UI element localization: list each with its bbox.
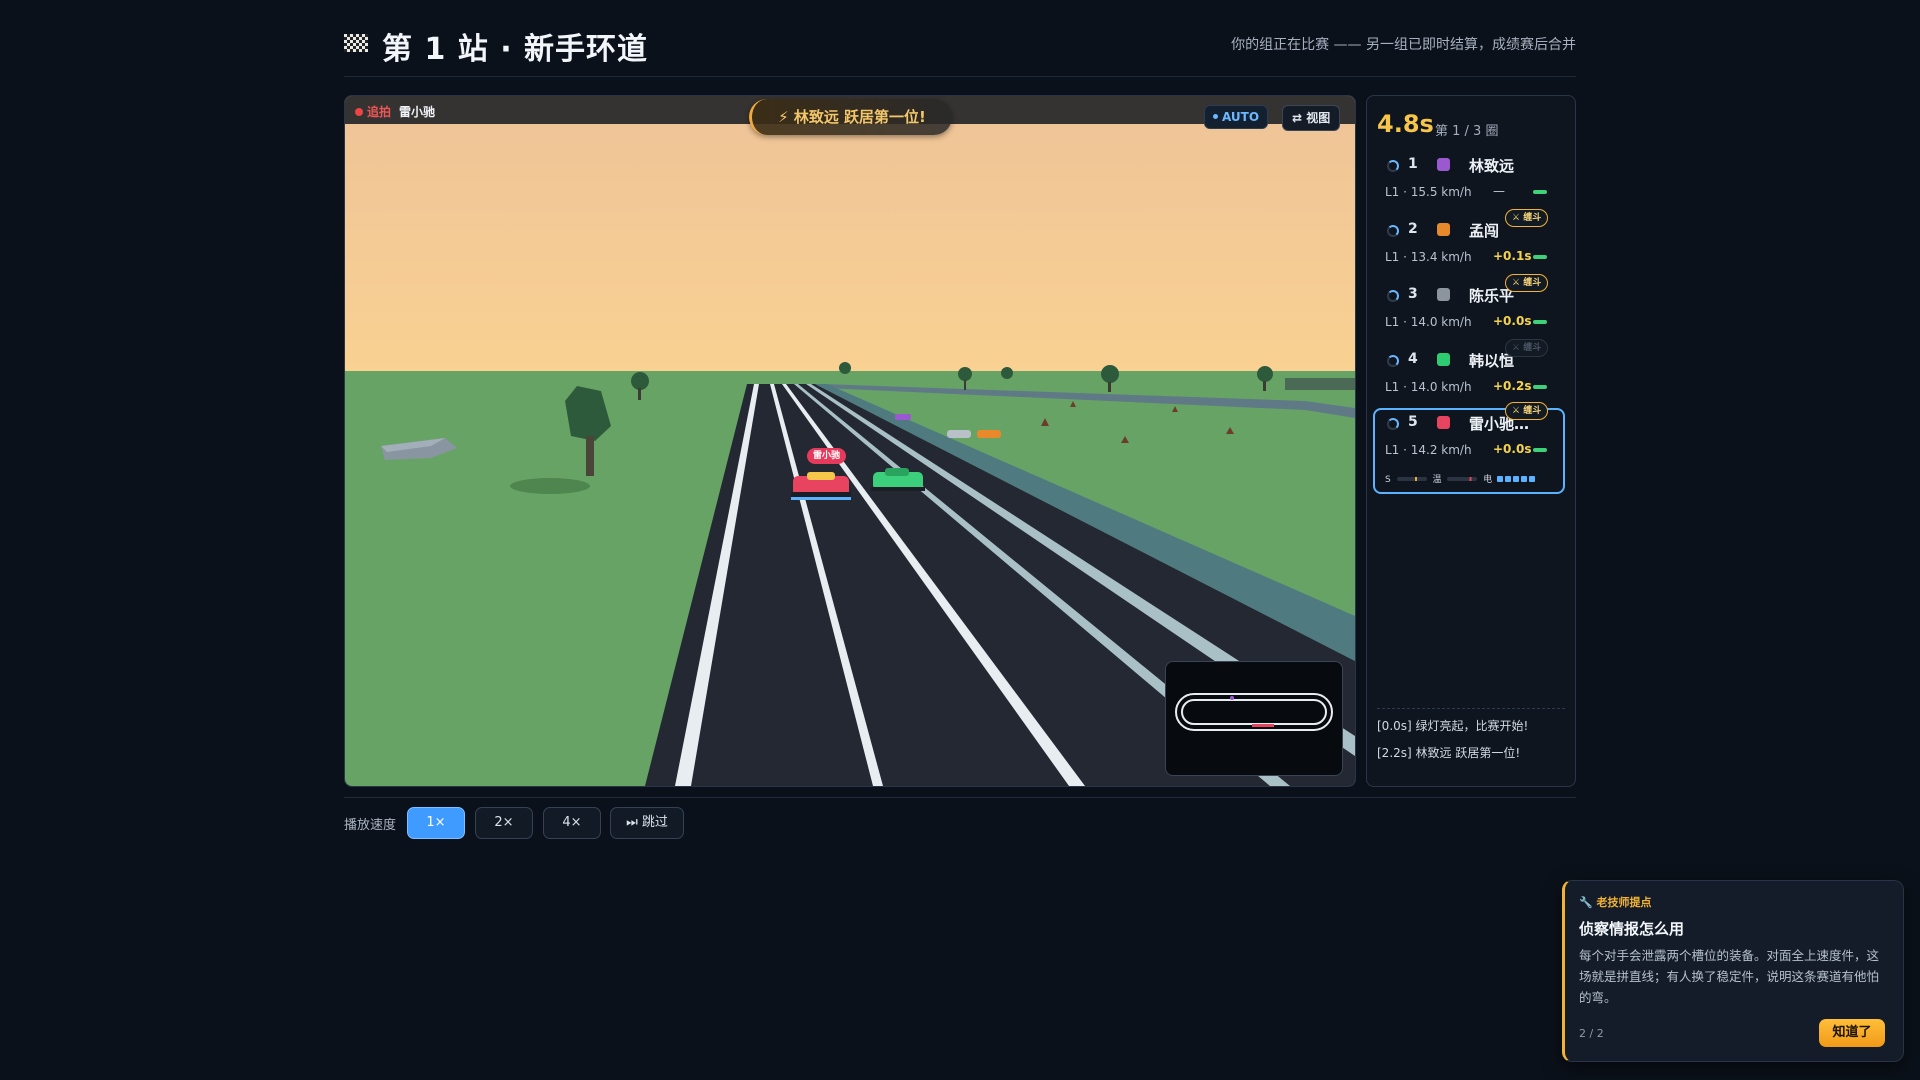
playback-speed-bar: 播放速度 1× 2× 4× ⏭ 跳过 [344, 797, 1576, 839]
duel-badge: ⚔ 缠斗 [1505, 402, 1549, 420]
standing-row-2[interactable]: 2 孟闯 L1 · 13.4 km/h +0.1s ⚔ 缠斗 [1375, 209, 1565, 279]
gap-time: +0.0s [1493, 442, 1532, 456]
record-dot-icon [355, 108, 363, 116]
gap-time: — [1493, 184, 1505, 198]
skip-button[interactable]: ⏭ 跳过 [610, 807, 684, 839]
tire-status-bar [1533, 255, 1547, 259]
tip-page-indicator: 2 / 2 [1579, 1027, 1604, 1040]
race-status-text: 你的组正在比赛 —— 另一组已即时结算，成绩赛后合并 [1231, 37, 1576, 53]
log-entry: [0.0s] 绿灯亮起，比赛开始! [1377, 719, 1529, 733]
tire-status-bar [1533, 190, 1547, 194]
tire-status-bar [1533, 385, 1547, 389]
loading-spinner-icon [1387, 290, 1399, 302]
duel-badge: ⚔ 缠斗 [1505, 339, 1549, 357]
playback-speed-label: 播放速度 [344, 818, 397, 833]
battery-meter [1495, 475, 1536, 485]
standings-panel: 4.8s 第 1 / 3 圈 1 林致远 L1 · 15.5 km/h — 2 … [1366, 95, 1576, 787]
lead-change-banner: ⚡ 林致远 跃居第一位! [749, 99, 952, 135]
tip-body: 每个对手会泄露两个槽位的装备。对面全上速度件，这场就是拼直线；有人换了稳定件，说… [1579, 948, 1880, 1005]
team-color-swatch [1437, 288, 1450, 301]
team-color-swatch [1437, 223, 1450, 236]
log-entry: [2.2s] 林致远 跃居第一位! [1377, 746, 1521, 760]
car-purple [895, 414, 911, 420]
car-status-meters: S 温 电 [1385, 472, 1536, 485]
driver-name: 孟闯 [1469, 222, 1500, 240]
team-color-swatch [1437, 353, 1450, 366]
driver-name: 林致远 [1469, 157, 1515, 175]
tire-status-bar [1533, 320, 1547, 324]
standing-row-1[interactable]: 1 林致远 L1 · 15.5 km/h — [1375, 152, 1565, 214]
gap-time: +0.2s [1493, 379, 1532, 393]
chase-cam-indicator: 追拍 雷小驰 [355, 103, 435, 120]
driver-stat: L1 · 14.2 km/h [1385, 443, 1472, 457]
standing-row-4[interactable]: 4 韩以恒 L1 · 14.0 km/h +0.2s ⚔ 缠斗 [1375, 339, 1565, 409]
speed-2x-button[interactable]: 2× [475, 807, 533, 839]
tip-kicker: 🔧 老技师提点 [1579, 896, 1652, 909]
speed-4x-button[interactable]: 4× [543, 807, 601, 839]
standing-row-3[interactable]: 3 陈乐平 L1 · 14.0 km/h +0.0s ⚔ 缠斗 [1375, 274, 1565, 344]
loading-spinner-icon [1387, 418, 1399, 430]
tire-status-bar [1533, 448, 1547, 452]
speed-meter [1396, 477, 1427, 481]
race-timer: 4.8s [1377, 110, 1434, 138]
checkered-flag-icon [344, 34, 368, 52]
auto-camera-toggle[interactable]: AUTO [1204, 105, 1269, 129]
loading-spinner-icon [1387, 355, 1399, 367]
driver-stat: L1 · 13.4 km/h [1385, 250, 1472, 264]
race-event-log: [0.0s] 绿灯亮起，比赛开始! [2.2s] 林致远 跃居第一位! [1377, 708, 1565, 771]
temperature-meter [1447, 477, 1478, 481]
car-grey [947, 430, 971, 438]
duel-badge: ⚔ 缠斗 [1505, 274, 1549, 292]
mechanic-tip-card: 🔧 老技师提点 侦察情报怎么用 每个对手会泄露两个槽位的装备。对面全上速度件，这… [1562, 880, 1904, 1062]
track-minimap [1165, 661, 1343, 776]
gap-time: +0.0s [1493, 314, 1532, 328]
lap-counter: 第 1 / 3 圈 [1435, 124, 1499, 139]
loading-spinner-icon [1387, 225, 1399, 237]
driver-stat: L1 · 15.5 km/h [1385, 185, 1472, 199]
page-title: 第 1 站 · 新手环道 [382, 32, 649, 67]
car-orange [977, 430, 1001, 438]
tip-dismiss-button[interactable]: 知道了 [1819, 1019, 1885, 1047]
standing-row-5-player[interactable]: 5 雷小驰… L1 · 14.2 km/h +0.0s ⚔ 缠斗 S 温 电 [1373, 402, 1565, 494]
tip-title: 侦察情报怎么用 [1579, 920, 1685, 938]
duel-badge: ⚔ 缠斗 [1505, 209, 1549, 227]
gap-time: +0.1s [1493, 249, 1532, 263]
race-viewport[interactable]: 追拍 雷小驰 ⚡ 林致远 跃居第一位! AUTO ⇄ 视图 雷小驰 [344, 95, 1356, 787]
switch-view-button[interactable]: ⇄ 视图 [1282, 105, 1341, 131]
player-car-label: 雷小驰 [807, 448, 847, 464]
loading-spinner-icon [1387, 160, 1399, 172]
driver-stat: L1 · 14.0 km/h [1385, 315, 1472, 329]
driver-stat: L1 · 14.0 km/h [1385, 380, 1472, 394]
page-header: 第 1 站 · 新手环道 你的组正在比赛 —— 另一组已即时结算，成绩赛后合并 [344, 22, 1576, 77]
auto-dot-icon [1213, 114, 1218, 119]
team-color-swatch [1437, 158, 1450, 171]
team-color-swatch [1437, 416, 1450, 429]
car-red [791, 472, 851, 500]
speed-1x-button[interactable]: 1× [407, 807, 465, 839]
